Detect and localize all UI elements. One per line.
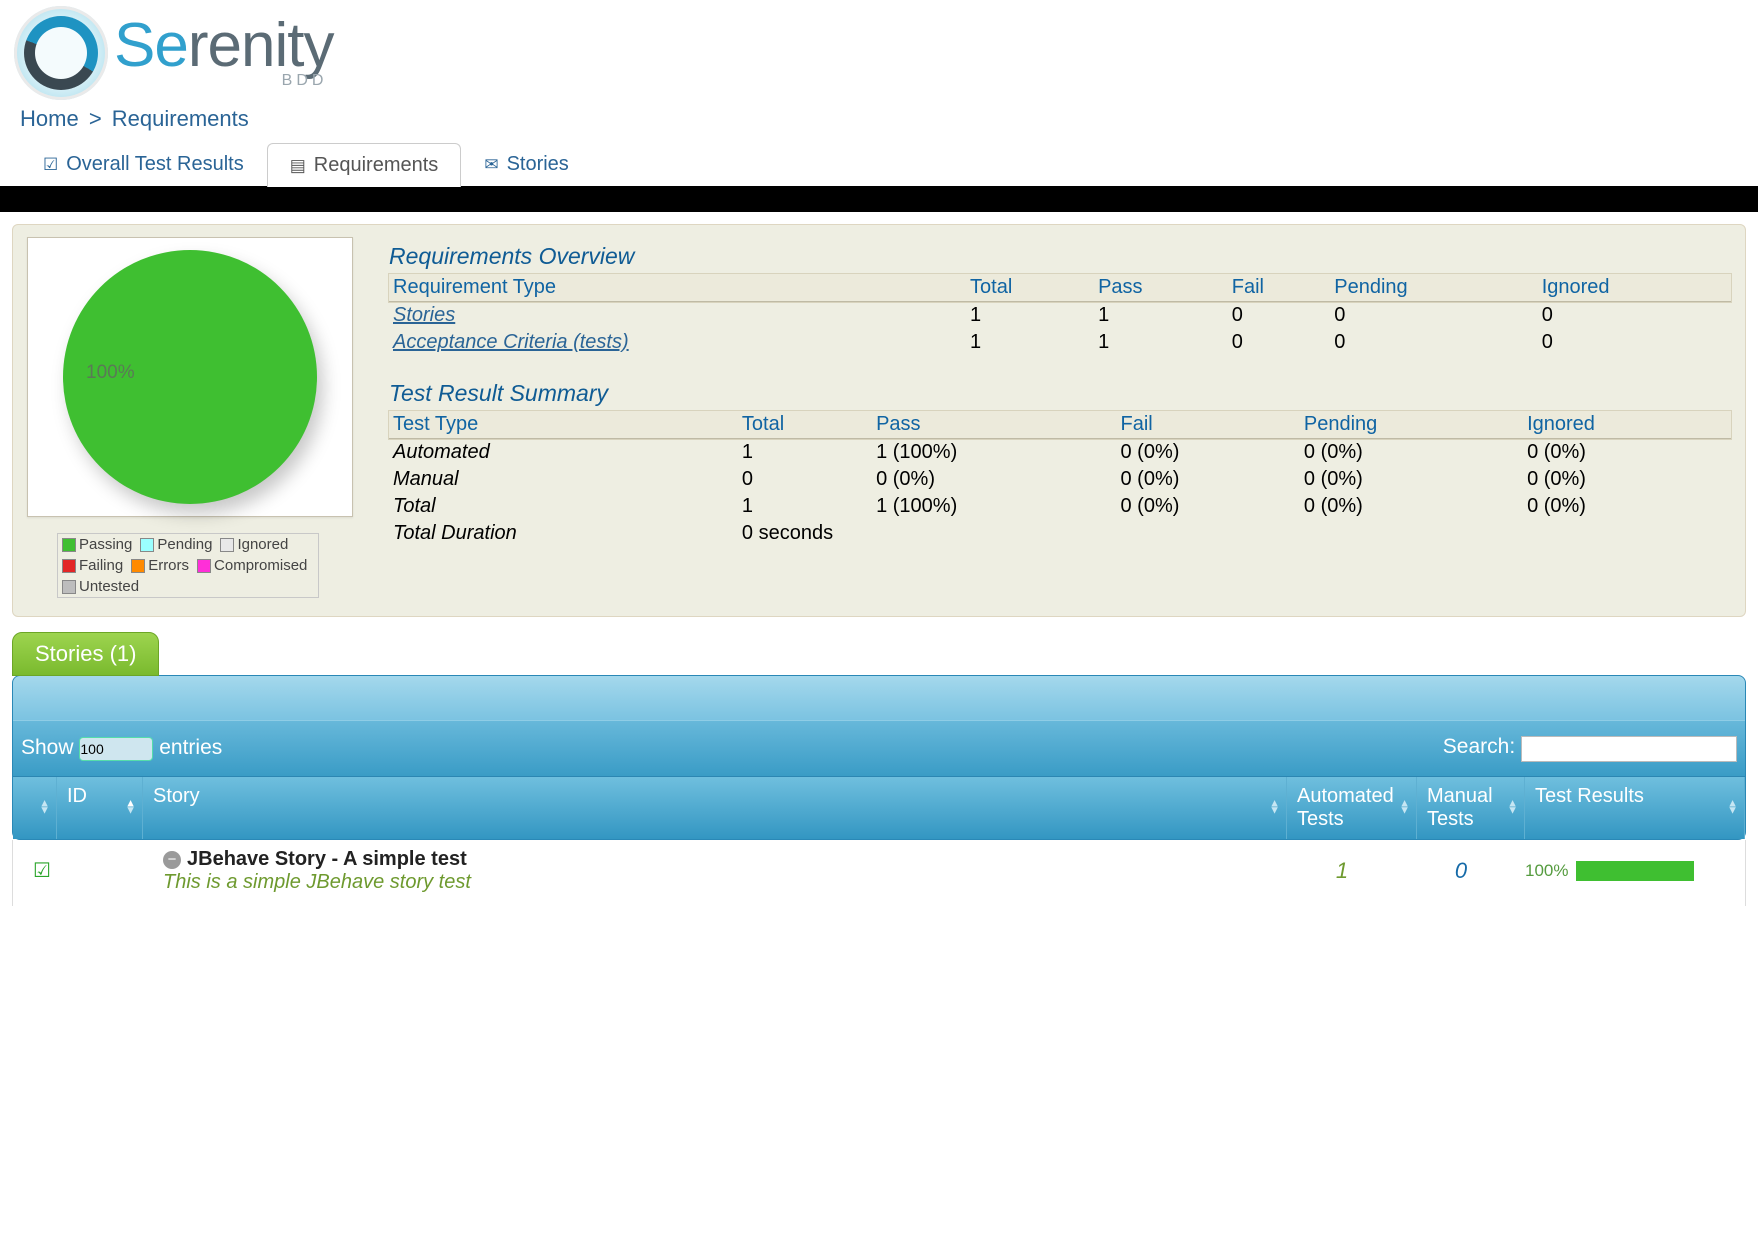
separator-bar — [0, 186, 1758, 212]
table-row: Manual 0 0 (0%) 0 (0%) 0 (0%) 0 (0%) — [389, 466, 1731, 493]
col-ignored[interactable]: Ignored — [1523, 411, 1731, 439]
test-result-summary-title: Test Result Summary — [389, 380, 1731, 407]
breadcrumb-home[interactable]: Home — [20, 106, 79, 131]
comments-icon: ✉ — [484, 155, 498, 175]
col-total[interactable]: Total — [966, 274, 1094, 302]
search-input[interactable] — [1521, 736, 1737, 762]
col-story[interactable]: Story▲▼ — [143, 777, 1287, 839]
row-test-results: 100% — [1515, 858, 1735, 883]
legend-pending[interactable]: Pending — [136, 534, 216, 555]
story-title-link[interactable]: JBehave Story - A simple test — [187, 848, 467, 870]
table-row: Automated 1 1 (100%) 0 (0%) 0 (0%) 0 (0%… — [389, 439, 1731, 467]
tab-requirements[interactable]: ▤ Requirements — [267, 143, 462, 187]
check-icon: ☑ — [33, 860, 51, 882]
table-row: Total Duration 0 seconds — [389, 520, 1731, 547]
col-pending[interactable]: Pending — [1330, 274, 1537, 302]
tab-overall-label: Overall Test Results — [66, 153, 243, 176]
tab-stories-label: Stories — [507, 153, 569, 176]
col-test-results[interactable]: Test Results▲▼ — [1525, 777, 1745, 839]
col-manual-tests[interactable]: Manual Tests▲▼ — [1417, 777, 1525, 839]
col-req-type[interactable]: Requirement Type — [389, 274, 966, 302]
breadcrumb: Home > Requirements — [20, 106, 1744, 132]
check-square-icon: ☑ — [43, 155, 58, 175]
col-pending[interactable]: Pending — [1300, 411, 1523, 439]
acceptance-criteria-link[interactable]: Acceptance Criteria (tests) — [393, 331, 629, 353]
col-fail[interactable]: Fail — [1117, 411, 1300, 439]
tab-bar: ☑ Overall Test Results ▤ Requirements ✉ … — [14, 142, 1744, 187]
pie-legend: Passing Pending Ignored Failing Errors C… — [57, 533, 319, 598]
col-ignored[interactable]: Ignored — [1538, 274, 1731, 302]
pie-center-label: 100% — [86, 362, 135, 384]
legend-untested[interactable]: Untested — [58, 576, 143, 597]
table-row: Acceptance Criteria (tests) 1 1 0 0 0 — [389, 329, 1731, 356]
logo-icon — [14, 6, 108, 100]
entries-control: Show entries — [21, 736, 222, 761]
col-fail[interactable]: Fail — [1228, 274, 1331, 302]
table-row: Total 1 1 (100%) 0 (0%) 0 (0%) 0 (0%) — [389, 493, 1731, 520]
row-id — [67, 869, 153, 873]
breadcrumb-sep: > — [89, 106, 102, 131]
book-icon: ▤ — [290, 156, 306, 176]
legend-passing[interactable]: Passing — [58, 534, 136, 555]
pie-chart: 100% — [27, 237, 353, 517]
col-id[interactable]: ID▲▼ — [57, 777, 143, 839]
col-pass[interactable]: Pass — [1094, 274, 1228, 302]
col-test-type[interactable]: Test Type — [389, 411, 738, 439]
stories-table-header: ▲▼ ID▲▼ Story▲▼ Automated Tests▲▼ Manual… — [13, 776, 1745, 839]
row-automated-count: 1 — [1277, 856, 1407, 886]
col-automated-tests[interactable]: Automated Tests▲▼ — [1287, 777, 1417, 839]
story-description: This is a simple JBehave story test — [163, 871, 1267, 894]
col-total[interactable]: Total — [738, 411, 872, 439]
search-label: Search: — [1443, 735, 1515, 758]
stories-link[interactable]: Stories — [393, 304, 455, 326]
minus-circle-icon[interactable]: − — [163, 851, 181, 869]
col-pass[interactable]: Pass — [872, 411, 1116, 439]
logo-text-accent: Se — [114, 11, 188, 80]
table-row: ☑ −JBehave Story - A simple test This is… — [12, 840, 1746, 906]
requirements-overview-title: Requirements Overview — [389, 243, 1731, 270]
entries-label: entries — [159, 736, 222, 759]
result-pct-label: 100% — [1525, 861, 1568, 880]
logo-text-rest: renity — [188, 11, 334, 80]
tab-stories[interactable]: ✉ Stories — [461, 142, 592, 186]
requirements-overview-table: Requirement Type Total Pass Fail Pending… — [389, 274, 1731, 356]
table-row: Stories 1 1 0 0 0 — [389, 302, 1731, 330]
show-label: Show — [21, 736, 74, 759]
logo-subtext: BDD — [114, 74, 327, 88]
pass-bar — [1576, 861, 1694, 881]
legend-ignored[interactable]: Ignored — [216, 534, 292, 555]
brand-logo[interactable]: Serenity BDD — [14, 6, 1744, 100]
page-size-select[interactable] — [79, 737, 153, 761]
legend-failing[interactable]: Failing — [58, 555, 127, 576]
row-manual-count: 0 — [1407, 856, 1515, 886]
legend-errors[interactable]: Errors — [127, 555, 193, 576]
tab-requirements-label: Requirements — [314, 154, 439, 177]
tab-overall-results[interactable]: ☑ Overall Test Results — [20, 142, 267, 186]
col-toggle[interactable]: ▲▼ — [13, 777, 57, 839]
breadcrumb-requirements[interactable]: Requirements — [112, 106, 249, 131]
stories-panel-tab[interactable]: Stories (1) — [12, 632, 159, 676]
test-result-summary-table: Test Type Total Pass Fail Pending Ignore… — [389, 411, 1731, 547]
legend-compromised[interactable]: Compromised — [193, 555, 311, 576]
